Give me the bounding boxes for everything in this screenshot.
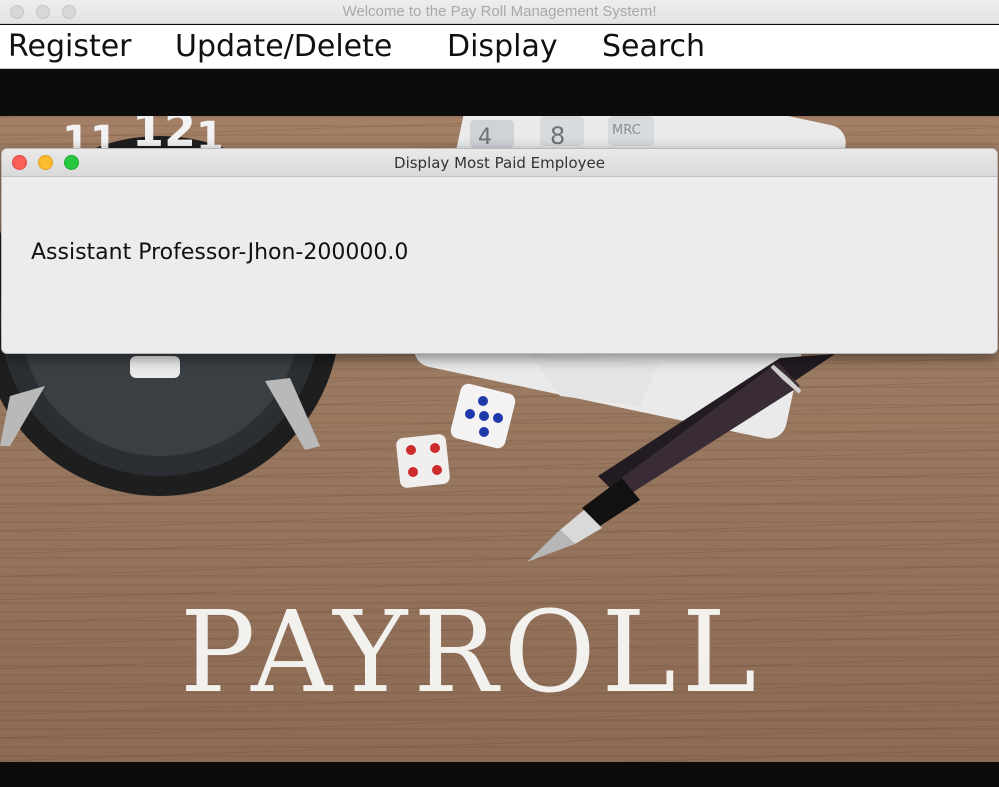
menu-update-delete[interactable]: Update/Delete — [175, 29, 392, 64]
dialog-title: Display Most Paid Employee — [394, 154, 605, 172]
dice-icon — [396, 383, 516, 488]
calc-key-8: 8 — [550, 122, 565, 150]
calc-key-4: 4 — [478, 125, 492, 150]
menu-display[interactable]: Display — [447, 29, 558, 64]
bottom-bar — [0, 762, 999, 787]
menu-search[interactable]: Search — [602, 29, 705, 64]
most-paid-employee-text: Assistant Professor-Jhon-200000.0 — [31, 240, 409, 265]
most-paid-dialog: Display Most Paid Employee Assistant Pro… — [1, 148, 998, 354]
main-window: Welcome to the Pay Roll Management Syste… — [0, 0, 999, 787]
dialog-titlebar[interactable]: Display Most Paid Employee — [2, 149, 997, 177]
calc-key-mrc: MRC — [612, 123, 641, 138]
menu-register[interactable]: Register — [8, 29, 132, 64]
window-title: Welcome to the Pay Roll Management Syste… — [342, 3, 657, 20]
menu-bar: Register Update/Delete Display Search — [0, 25, 999, 69]
payroll-banner: PAYROLL — [180, 588, 762, 718]
dialog-body: Assistant Professor-Jhon-200000.0 — [2, 177, 997, 353]
toolbar-spacer — [0, 69, 999, 116]
main-titlebar[interactable]: Welcome to the Pay Roll Management Syste… — [0, 0, 999, 24]
